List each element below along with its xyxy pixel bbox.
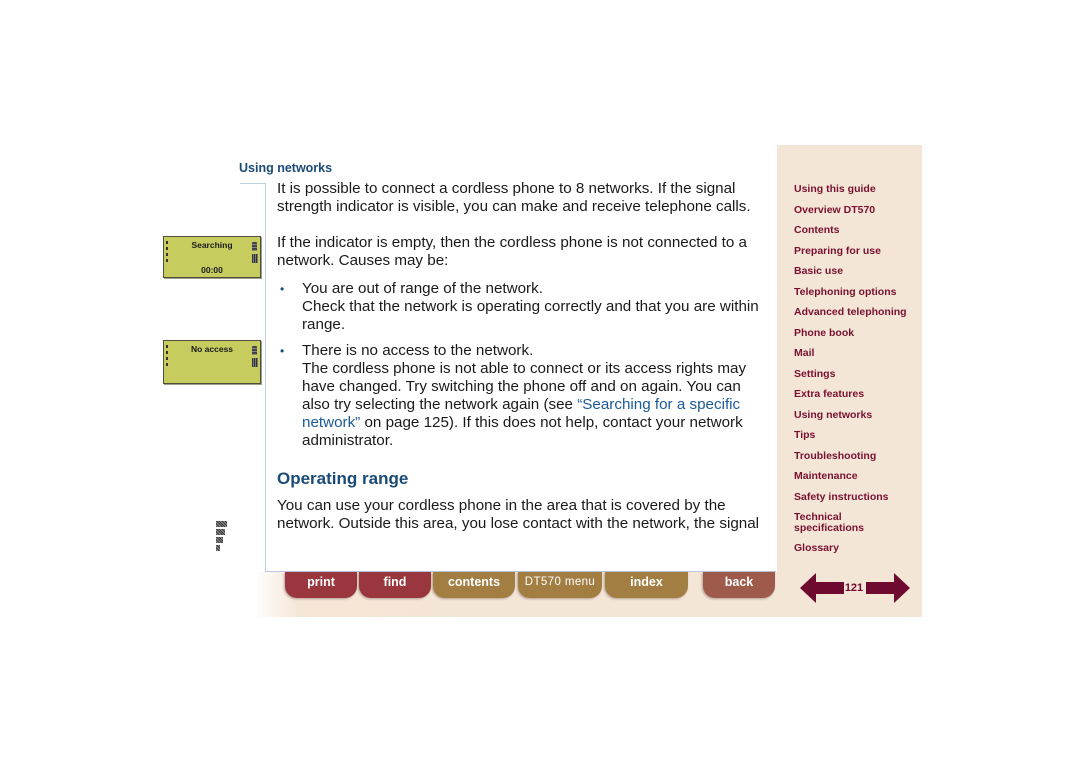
sidebar-item-settings[interactable]: Settings [794, 369, 919, 380]
lcd-time: 00:00 [201, 265, 223, 275]
sidebar-item-technical-specifications[interactable]: Technical specifications [794, 512, 874, 534]
sidebar-item-basic-use[interactable]: Basic use [794, 266, 919, 277]
bullet-lead: There is no access to the network. [302, 342, 534, 359]
intro-paragraph: It is possible to connect a cordless pho… [277, 180, 751, 215]
next-page-arrow-icon[interactable] [866, 573, 910, 603]
sidebar-item-troubleshooting[interactable]: Troubleshooting [794, 451, 919, 462]
dt570-menu-button[interactable]: DT570 menu [518, 572, 602, 598]
frame-line-top [240, 183, 266, 184]
back-button[interactable]: back [703, 572, 775, 598]
sidebar-item-maintenance[interactable]: Maintenance [794, 471, 919, 482]
find-button[interactable]: find [359, 572, 431, 598]
sidebar-item-extra-features[interactable]: Extra features [794, 389, 919, 400]
signal-strength-indicator-icon [216, 521, 227, 553]
sidebar-item-tips[interactable]: Tips [794, 430, 919, 441]
keypad-icon [252, 254, 258, 263]
sidebar-item-contents[interactable]: Contents [794, 225, 919, 236]
sidebar-item-phone-book[interactable]: Phone book [794, 328, 919, 339]
sidebar-item-glossary[interactable]: Glossary [794, 543, 919, 554]
sidebar-item-preparing-for-use[interactable]: Preparing for use [794, 246, 919, 257]
sidebar: Using this guide Overview DT570 Contents… [777, 145, 922, 617]
lcd-screen-searching: Searching 00:00 [163, 236, 261, 278]
causes-paragraph: If the indicator is empty, then the cord… [277, 234, 747, 269]
frame-line-left [265, 183, 266, 572]
sidebar-item-advanced-telephoning[interactable]: Advanced telephoning [794, 307, 919, 318]
battery-icon [252, 242, 257, 251]
print-button[interactable]: print [285, 572, 357, 598]
bullet-detail: The cordless phone is not able to connec… [302, 360, 772, 450]
battery-icon [252, 346, 257, 355]
lcd-screen-no-access: No access [163, 340, 261, 384]
sidebar-item-overview-dt570[interactable]: Overview DT570 [794, 205, 919, 216]
lcd-title: Searching [191, 240, 233, 250]
operating-range-heading: Operating range [277, 469, 409, 488]
sidebar-item-mail[interactable]: Mail [794, 348, 919, 359]
bullet-no-access: • There is no access to the network. The… [277, 342, 772, 450]
section-title: Using networks [239, 161, 333, 175]
sidebar-item-using-networks[interactable]: Using networks [794, 410, 919, 421]
contents-button[interactable]: contents [433, 572, 515, 598]
sidebar-item-telephoning-options[interactable]: Telephoning options [794, 287, 919, 298]
bullet-marker: • [280, 282, 285, 296]
lcd-title: No access [190, 344, 234, 354]
bullet-detail: Check that the network is operating corr… [302, 298, 759, 333]
bullet-marker: • [280, 344, 285, 358]
bullet-out-of-range: • You are out of range of the network. C… [277, 280, 772, 334]
sidebar-item-safety-instructions[interactable]: Safety instructions [794, 492, 919, 503]
keypad-icon [252, 358, 258, 367]
index-button[interactable]: index [605, 572, 688, 598]
sidebar-item-using-this-guide[interactable]: Using this guide [794, 184, 919, 195]
bullet-lead: You are out of range of the network. [302, 280, 543, 297]
operating-range-paragraph: You can use your cordless phone in the a… [277, 497, 760, 532]
detail-text: on page 125). If this does not help, con… [302, 414, 743, 449]
